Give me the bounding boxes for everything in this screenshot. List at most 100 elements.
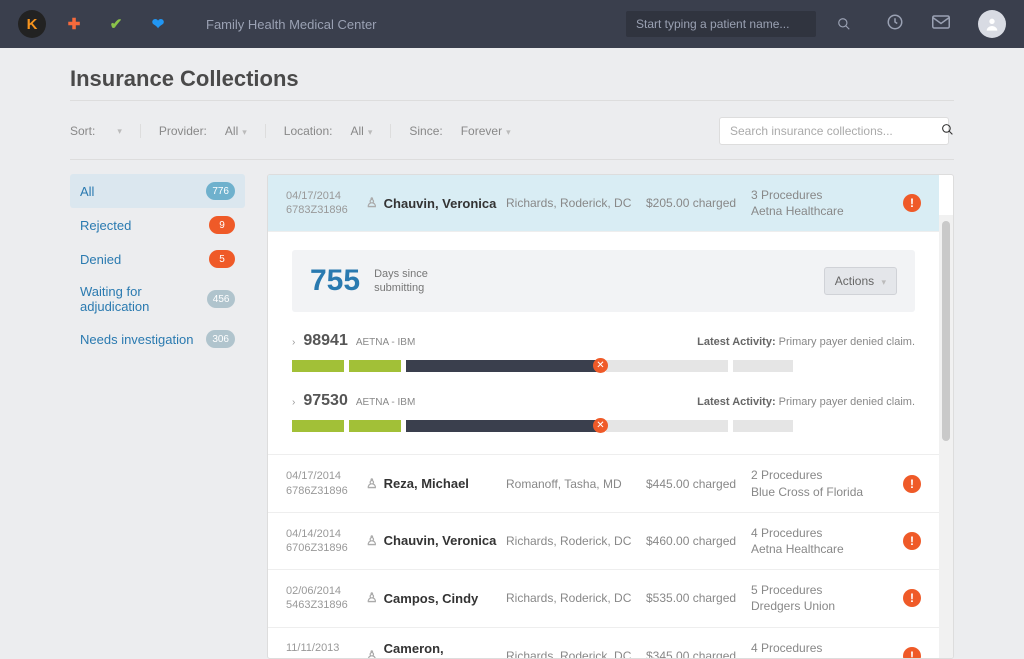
count-badge: 776 [206, 182, 235, 200]
location-filter[interactable]: All▾ [350, 124, 372, 138]
days-label: Days sincesubmitting [374, 267, 428, 296]
claim-item: › 97530 AETNA - IBM Latest Activity: Primar… [292, 392, 915, 432]
claim-activity: Latest Activity: Primary payer denied cl… [697, 396, 915, 408]
sidebar-item-label: Rejected [80, 218, 131, 233]
row-provider: Romanoff, Tasha, MD [506, 477, 646, 491]
person-icon: ♙ [366, 648, 378, 659]
row-provider: Richards, Roderick, DC [506, 196, 646, 210]
sidebar-item-label: Needs investigation [80, 332, 193, 347]
page-title: Insurance Collections [70, 66, 954, 92]
location-label: Location: [284, 124, 333, 138]
count-badge: 9 [209, 216, 235, 234]
row-procedures: 2 ProceduresBlue Cross of Florida [751, 467, 881, 499]
expand-icon[interactable]: › [292, 397, 295, 408]
row-patient: ♙Chauvin, Veronica [366, 195, 506, 211]
collections-search-input[interactable] [719, 117, 949, 145]
row-amount: $535.00 charged [646, 591, 751, 605]
warning-icon: ! [903, 647, 921, 659]
since-label: Since: [409, 124, 442, 138]
row-provider: Richards, Roderick, DC [506, 591, 646, 605]
row-patient: ♙Cameron, Kellyanne [366, 641, 506, 659]
row-amount: $205.00 charged [646, 196, 751, 210]
chevron-down-icon[interactable]: ▾ [117, 126, 122, 137]
collection-row[interactable]: 11/11/20134202Z31896♙Cameron, KellyanneR… [268, 628, 939, 659]
sidebar-item[interactable]: Waiting for adjudication456 [70, 276, 245, 322]
actions-button[interactable]: Actions ▾ [824, 267, 897, 295]
collection-row[interactable]: 04/17/20146786Z31896♙Reza, MichaelRomano… [268, 455, 939, 512]
since-filter[interactable]: Forever▾ [461, 124, 511, 138]
mail-icon[interactable] [932, 15, 950, 34]
row-detail: 755 Days sincesubmitting Actions ▾ › 98941 AE… [268, 232, 939, 455]
person-icon: ♙ [366, 195, 378, 211]
row-procedures: 4 ProceduresAetna Healthcare [751, 525, 881, 557]
row-patient: ♙Reza, Michael [366, 476, 506, 492]
warning-icon: ! [903, 194, 921, 212]
sort-label: Sort: [70, 124, 95, 138]
progress-bar [292, 420, 915, 432]
person-icon: ♙ [366, 590, 378, 606]
row-date: 04/17/20146783Z31896 [286, 189, 366, 218]
claim-item: › 98941 AETNA - IBM Latest Activity: Primar… [292, 332, 915, 372]
sidebar-item[interactable]: Needs investigation 306 [70, 322, 245, 356]
detail-header: 755 Days sincesubmitting Actions ▾ [292, 250, 915, 312]
warning-icon: ! [903, 589, 921, 607]
count-badge: 5 [209, 250, 235, 268]
row-amount: $460.00 charged [646, 534, 751, 548]
sidebar-item[interactable]: Rejected 9 [70, 208, 245, 242]
warning-icon: ! [903, 475, 921, 493]
search-icon[interactable] [830, 10, 858, 38]
row-procedures: 5 ProceduresDredgers Union [751, 582, 881, 614]
divider [70, 100, 954, 101]
row-patient: ♙Chauvin, Veronica [366, 533, 506, 549]
expand-icon[interactable]: › [292, 337, 295, 348]
avatar[interactable] [978, 10, 1006, 38]
collections-list: 04/17/20146783Z31896♙Chauvin, VeronicaRi… [267, 174, 954, 659]
claim-plan: AETNA - IBM [356, 397, 415, 408]
provider-filter[interactable]: All▾ [225, 124, 247, 138]
provider-label: Provider: [159, 124, 207, 138]
nav-icon-1[interactable]: ✚ [60, 10, 88, 38]
count-badge: 306 [206, 330, 235, 348]
logo-icon[interactable]: K [18, 10, 46, 38]
row-date: 04/17/20146786Z31896 [286, 469, 366, 498]
row-amount: $445.00 charged [646, 477, 751, 491]
history-icon[interactable] [886, 13, 904, 36]
nav-icon-3[interactable]: ❤ [144, 10, 172, 38]
top-bar: K ✚ ✔ ❤ Family Health Medical Center [0, 0, 1024, 48]
row-date: 04/14/20146706Z31896 [286, 527, 366, 556]
status-sidebar: All776Rejected9Denied5Waiting for adjudi… [70, 174, 245, 659]
claim-activity: Latest Activity: Primary payer denied cl… [697, 336, 915, 348]
claim-plan: AETNA - IBM [356, 337, 415, 348]
org-name: Family Health Medical Center [206, 17, 612, 32]
row-provider: Richards, Roderick, DC [506, 534, 646, 548]
patient-search-input[interactable] [626, 11, 816, 37]
row-procedures: 4 ProceduresBlue Cross of Florida [751, 640, 881, 659]
row-patient: ♙Campos, Cindy [366, 590, 506, 606]
collection-row[interactable]: 04/14/20146706Z31896♙Chauvin, VeronicaRi… [268, 513, 939, 570]
collection-row[interactable]: 02/06/20145463Z31896♙Campos, CindyRichar… [268, 570, 939, 627]
filter-bar: Sort: ▾ Provider: All▾ Location: All▾ Sin… [70, 111, 954, 160]
scrollbar-thumb[interactable] [942, 221, 950, 441]
chevron-down-icon: ▾ [881, 277, 886, 287]
claim-code: 97530 [303, 392, 348, 410]
sidebar-item[interactable]: Denied 5 [70, 242, 245, 276]
collection-row[interactable]: 04/17/20146783Z31896♙Chauvin, VeronicaRi… [268, 175, 939, 232]
warning-icon: ! [903, 532, 921, 550]
row-date: 02/06/20145463Z31896 [286, 584, 366, 613]
nav-icon-2[interactable]: ✔ [102, 10, 130, 38]
row-provider: Richards, Roderick, DC [506, 649, 646, 659]
sidebar-item-label: All [80, 184, 94, 199]
sidebar-item-label: Denied [80, 252, 121, 267]
person-icon: ♙ [366, 476, 378, 492]
sidebar-item[interactable]: All 776 [70, 174, 245, 208]
sidebar-item-label: Waiting for adjudication [80, 284, 207, 314]
row-date: 11/11/20134202Z31896 [286, 641, 366, 659]
row-procedures: 3 ProceduresAetna Healthcare [751, 187, 881, 219]
search-icon[interactable] [941, 123, 954, 139]
scrollbar[interactable] [939, 215, 953, 658]
days-count: 755 [310, 264, 360, 298]
claim-code: 98941 [303, 332, 348, 350]
count-badge: 456 [207, 290, 235, 308]
person-icon: ♙ [366, 533, 378, 549]
progress-bar [292, 360, 915, 372]
